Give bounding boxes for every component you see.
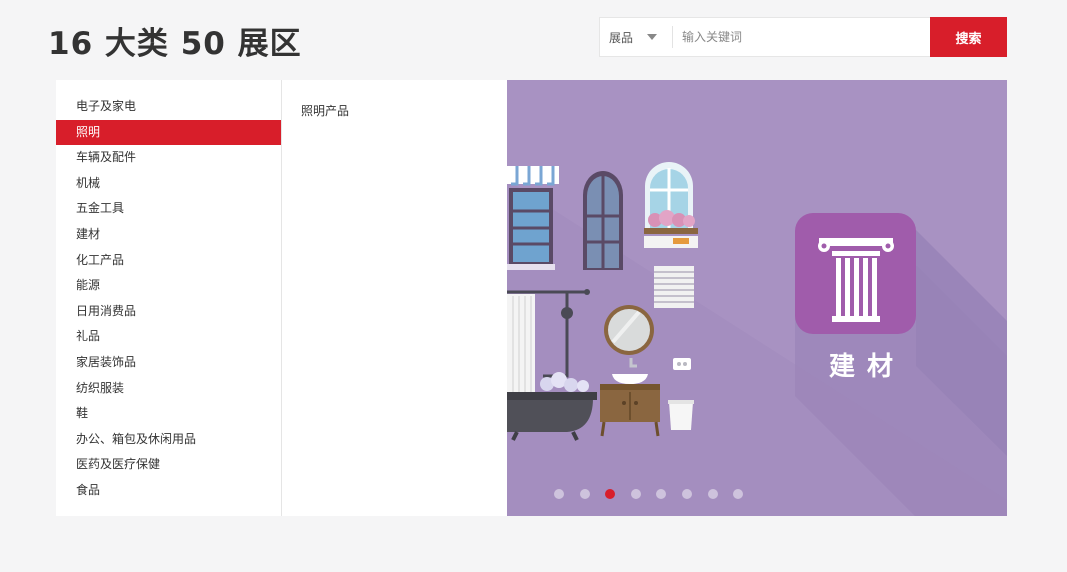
building-materials-illustration [507,162,1007,516]
category-item[interactable]: 日用消费品 [56,299,281,325]
category-item[interactable]: 机械 [56,171,281,197]
category-item[interactable]: 家居装饰品 [56,350,281,376]
category-item[interactable]: 鞋 [56,401,281,427]
category-item[interactable]: 建材 [56,222,281,248]
search-button[interactable]: 搜索 [930,17,1007,57]
category-item[interactable]: 电子及家电 [56,94,281,120]
banner-carousel[interactable]: 建材 [507,80,1007,516]
category-item[interactable]: 医药及医疗保健 [56,452,281,478]
search-category-select[interactable]: 展品 [600,18,672,56]
category-item[interactable]: 化工产品 [56,248,281,274]
category-item[interactable]: 能源 [56,273,281,299]
category-item[interactable]: 照明 [56,119,281,146]
carousel-dot[interactable] [630,489,641,499]
carousel-dot[interactable] [707,489,718,499]
category-panel: 电子及家电 照明 车辆及配件 机械 五金工具 建材 化工产品 能源 日用消费品 礼品 家居装饰品 纺织… [56,80,1007,516]
category-item[interactable]: 车辆及配件 [56,145,281,171]
category-item[interactable]: 五金工具 [56,196,281,222]
page-title: 16 大类 50 展区 [48,26,302,62]
banner-label: 建材 [828,352,905,382]
carousel-dot[interactable] [554,489,564,499]
carousel-dot[interactable] [682,489,692,499]
menu-divider [281,80,282,516]
subcategory-item[interactable]: 照明产品 [301,102,349,119]
category-item[interactable]: 纺织服装 [56,376,281,402]
chevron-down-icon [647,34,657,40]
search-input[interactable] [673,18,929,56]
category-item[interactable]: 礼品 [56,324,281,350]
carousel-dot[interactable] [579,489,590,499]
category-item[interactable]: 办公、箱包及休闲用品 [56,427,281,453]
search-bar: 展品 搜索 [599,17,1007,57]
search-category-label: 展品 [609,30,634,45]
category-item[interactable]: 食品 [56,478,281,504]
category-menu: 电子及家电 照明 车辆及配件 机械 五金工具 建材 化工产品 能源 日用消费品 礼品 家居装饰品 纺织… [56,94,281,504]
